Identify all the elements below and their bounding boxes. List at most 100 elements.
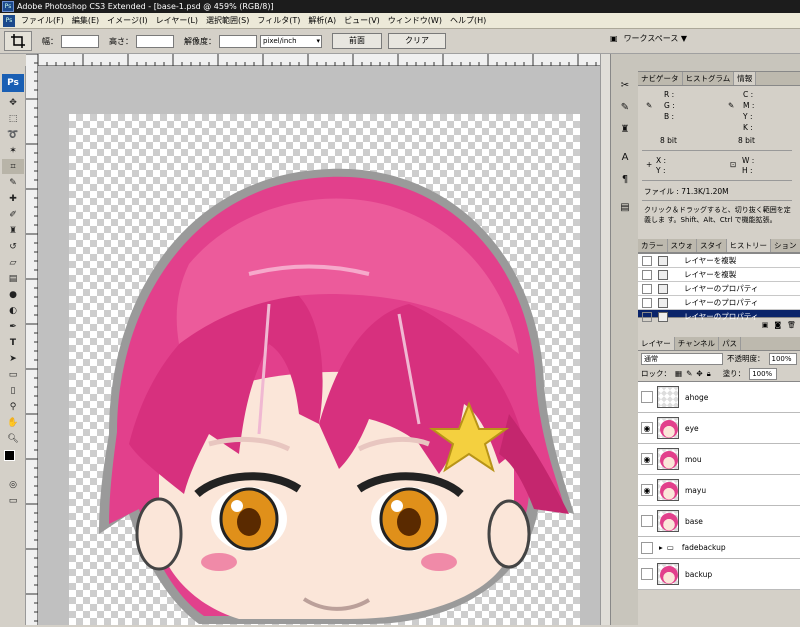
foreground-color[interactable] bbox=[4, 450, 15, 461]
tab-layers[interactable]: レイヤー bbox=[638, 337, 675, 350]
height-input[interactable] bbox=[136, 34, 174, 48]
layer-visibility-eye-icon[interactable]: ◉ bbox=[641, 484, 653, 496]
canvas-area[interactable] bbox=[38, 66, 600, 625]
tab-paths[interactable]: パス bbox=[719, 337, 742, 350]
group-expand-icon[interactable]: ▸ bbox=[659, 543, 663, 552]
layer-comps-icon[interactable]: ▤ bbox=[615, 198, 635, 216]
crop-tool-icon[interactable]: ⌗ bbox=[2, 159, 24, 174]
layer-row[interactable]: backup bbox=[638, 559, 800, 590]
new-document-icon[interactable]: ▣ bbox=[762, 321, 769, 329]
blend-mode-select[interactable]: 通常 bbox=[641, 352, 723, 365]
menu-select[interactable]: 選択範囲(S) bbox=[202, 15, 253, 26]
new-snapshot-icon[interactable]: ◙ bbox=[774, 321, 781, 329]
history-checkbox[interactable] bbox=[642, 269, 652, 280]
marquee-tool-icon[interactable]: ⬚ bbox=[2, 111, 24, 126]
history-brush-tool-icon[interactable]: ↺ bbox=[2, 239, 24, 254]
path-select-tool-icon[interactable]: ➤ bbox=[2, 351, 24, 366]
history-checkbox[interactable] bbox=[642, 297, 652, 308]
tool-preset-picker[interactable] bbox=[4, 31, 32, 51]
width-input[interactable] bbox=[61, 34, 99, 48]
type-tool-icon[interactable]: T bbox=[2, 335, 24, 350]
layer-row[interactable]: ◉ mayu bbox=[638, 475, 800, 506]
layer-row[interactable]: ahoge bbox=[638, 382, 800, 413]
menu-image[interactable]: イメージ(I) bbox=[103, 15, 151, 26]
layer-visibility-eye-icon[interactable] bbox=[641, 568, 653, 580]
lock-all-icon[interactable]: 🔒︎ bbox=[707, 369, 711, 379]
layer-visibility-eye-icon[interactable]: ◉ bbox=[641, 422, 653, 434]
history-checkbox[interactable] bbox=[642, 255, 652, 266]
brushes-icon[interactable]: ✎ bbox=[615, 98, 635, 116]
lasso-tool-icon[interactable]: ➰ bbox=[2, 127, 24, 142]
history-checkbox[interactable] bbox=[642, 283, 652, 294]
blur-tool-icon[interactable]: ● bbox=[2, 287, 24, 302]
character-icon[interactable]: A bbox=[615, 148, 635, 166]
notes-tool-icon[interactable]: ▯ bbox=[2, 383, 24, 398]
shape-tool-icon[interactable]: ▭ bbox=[2, 367, 24, 382]
tab-navigator[interactable]: ナビゲータ bbox=[638, 72, 683, 85]
eyedropper2-tool-icon[interactable]: ⚲ bbox=[2, 399, 24, 414]
brush-tool-icon[interactable]: ✐ bbox=[2, 207, 24, 222]
menu-help[interactable]: ヘルプ(H) bbox=[446, 15, 490, 26]
history-item[interactable]: レイヤーを複製 bbox=[638, 268, 800, 282]
layer-row[interactable]: ▸ ▭ fadebackup bbox=[638, 537, 800, 559]
layer-visibility-eye-icon[interactable] bbox=[641, 541, 653, 554]
tab-color[interactable]: カラー bbox=[638, 239, 668, 252]
zoom-tool-icon[interactable]: 🔍︎ bbox=[2, 431, 24, 446]
resolution-input[interactable] bbox=[219, 34, 257, 48]
eraser-tool-icon[interactable]: ▱ bbox=[2, 255, 24, 270]
layer-row[interactable]: base bbox=[638, 506, 800, 537]
history-item[interactable]: レイヤーのプロパティ bbox=[638, 296, 800, 310]
ps-logo[interactable]: Ps bbox=[2, 74, 24, 92]
fill-input[interactable]: 100% bbox=[749, 367, 778, 380]
layer-visibility-eye-icon[interactable] bbox=[641, 391, 653, 403]
menu-analysis[interactable]: 解析(A) bbox=[304, 15, 340, 26]
layer-visibility-eye-icon[interactable] bbox=[641, 515, 653, 527]
dodge-tool-icon[interactable]: ◐ bbox=[2, 303, 24, 318]
layer-visibility-eye-icon[interactable]: ◉ bbox=[641, 453, 653, 465]
move-tool-icon[interactable]: ✥ bbox=[2, 95, 24, 110]
history-item[interactable]: レイヤーを複製 bbox=[638, 254, 800, 268]
healing-brush-tool-icon[interactable]: ✚ bbox=[2, 191, 24, 206]
app-menu-icon[interactable]: Ps bbox=[3, 14, 15, 27]
menu-filter[interactable]: フィルタ(T) bbox=[253, 15, 304, 26]
tab-history[interactable]: ヒストリー bbox=[726, 239, 771, 252]
menu-file[interactable]: ファイル(F) bbox=[17, 15, 68, 26]
tab-channels[interactable]: チャンネル bbox=[675, 337, 720, 350]
opacity-input[interactable]: 100% bbox=[768, 352, 797, 365]
hand-tool-icon[interactable]: ✋ bbox=[2, 415, 24, 430]
menu-window[interactable]: ウィンドウ(W) bbox=[384, 15, 446, 26]
lock-position-icon[interactable]: ✥ bbox=[696, 369, 702, 378]
lock-transparency-icon[interactable]: ▦ bbox=[675, 369, 682, 378]
tab-styles[interactable]: スタイ bbox=[697, 239, 727, 252]
front-image-button[interactable]: 前面 bbox=[332, 33, 382, 49]
menu-edit[interactable]: 編集(E) bbox=[68, 15, 103, 26]
clear-button[interactable]: クリア bbox=[388, 33, 446, 49]
history-checkbox[interactable] bbox=[642, 311, 652, 322]
gradient-tool-icon[interactable]: ▤ bbox=[2, 271, 24, 286]
layer-row[interactable]: ◉ mou bbox=[638, 444, 800, 475]
screen-mode-icon[interactable]: ▭ bbox=[2, 493, 24, 508]
tab-info[interactable]: 情報 bbox=[734, 72, 757, 85]
layer-row[interactable]: ◉ eye bbox=[638, 413, 800, 444]
paragraph-icon[interactable]: ¶ bbox=[615, 170, 635, 188]
lock-image-icon[interactable]: ✎ bbox=[686, 369, 692, 378]
quick-mask-icon[interactable]: ◎ bbox=[2, 477, 24, 492]
tool-presets-icon[interactable]: ✂ bbox=[615, 76, 635, 94]
pen-tool-icon[interactable]: ✒ bbox=[2, 319, 24, 334]
history-item[interactable]: レイヤーのプロパティ bbox=[638, 282, 800, 296]
tab-swatches[interactable]: スウォ bbox=[668, 239, 697, 252]
tab-actions[interactable]: ション bbox=[771, 239, 800, 252]
magic-wand-tool-icon[interactable]: ✶ bbox=[2, 143, 24, 158]
document-canvas[interactable] bbox=[69, 114, 580, 625]
tab-histogram[interactable]: ヒストグラム bbox=[683, 72, 735, 85]
background-color[interactable] bbox=[11, 461, 22, 472]
trash-icon[interactable]: 🗑︎ bbox=[787, 321, 796, 329]
color-swatches[interactable] bbox=[0, 450, 25, 476]
canvas-vertical-scrollbar[interactable] bbox=[600, 54, 610, 625]
clone-stamp-tool-icon[interactable]: ♜ bbox=[2, 223, 24, 238]
menu-layer[interactable]: レイヤー(L) bbox=[152, 15, 202, 26]
eyedropper-tool-icon[interactable]: ✎ bbox=[2, 175, 24, 190]
resolution-unit-select[interactable]: pixel/inch bbox=[260, 34, 322, 48]
menu-view[interactable]: ビュー(V) bbox=[340, 15, 384, 26]
workspace-menu[interactable]: ▣ ワークスペース ▼ bbox=[610, 33, 687, 44]
